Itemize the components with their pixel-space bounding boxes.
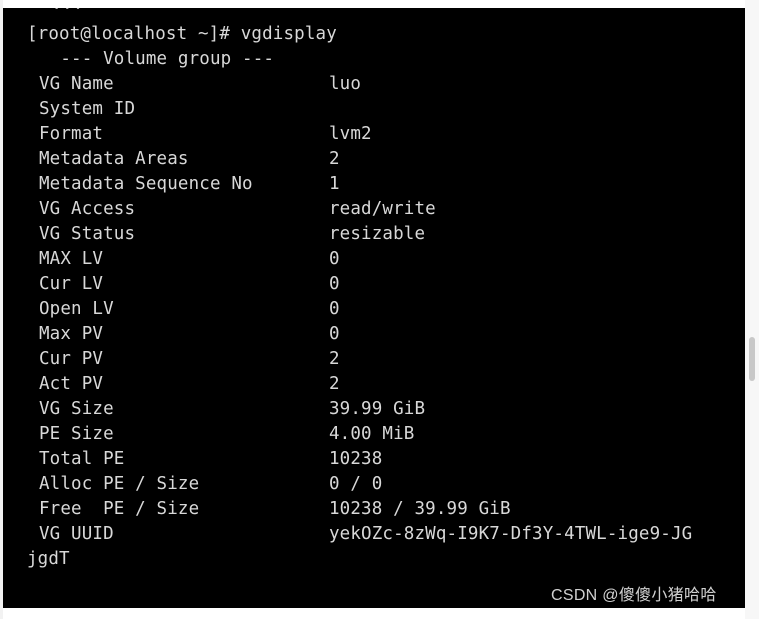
field-value: 2 bbox=[329, 349, 340, 369]
field-label: VG UUID bbox=[39, 524, 114, 544]
field-label: Alloc PE / Size bbox=[39, 474, 200, 494]
clipped-previous-line: ... bbox=[30, 8, 94, 14]
vgdisplay-row: Format lvm2 bbox=[27, 122, 745, 147]
uuid-wrap-line: jgdT bbox=[27, 549, 70, 569]
field-value: 0 bbox=[329, 274, 340, 294]
volume-group-header: --- Volume group --- bbox=[39, 49, 275, 69]
field-value: luo bbox=[329, 74, 362, 94]
field-label: VG Status bbox=[39, 224, 136, 244]
field-label: MAX LV bbox=[39, 249, 104, 269]
field-value: 0 bbox=[329, 249, 340, 269]
field-value: 0 bbox=[329, 324, 340, 344]
field-label: Cur PV bbox=[39, 349, 104, 369]
field-label: VG Size bbox=[39, 399, 114, 419]
field-value: read/write bbox=[329, 199, 436, 219]
field-label: Max PV bbox=[39, 324, 104, 344]
field-value: 1 bbox=[329, 174, 340, 194]
vgdisplay-row: Metadata Areas 2 bbox=[27, 147, 745, 172]
field-label: PE Size bbox=[39, 424, 114, 444]
vgdisplay-row: Act PV 2 bbox=[27, 372, 745, 397]
field-value: 10238 / 39.99 GiB bbox=[329, 499, 511, 519]
vgdisplay-row: Cur PV 2 bbox=[27, 347, 745, 372]
vgdisplay-row: VG Access read/write bbox=[27, 197, 745, 222]
field-label: Cur LV bbox=[39, 274, 104, 294]
field-value: 39.99 GiB bbox=[329, 399, 426, 419]
scrollbar-thumb[interactable] bbox=[749, 337, 755, 381]
field-value: yekOZc-8zWq-I9K7-Df3Y-4TWL-ige9-JG bbox=[329, 524, 693, 544]
field-value: 2 bbox=[329, 374, 340, 394]
vgdisplay-row: VG Size 39.99 GiB bbox=[27, 397, 745, 422]
field-value: 0 / 0 bbox=[329, 474, 383, 494]
field-value: resizable bbox=[329, 224, 426, 244]
vgdisplay-row: PE Size 4.00 MiB bbox=[27, 422, 745, 447]
field-label: Metadata Sequence No bbox=[39, 174, 253, 194]
field-label: Free PE / Size bbox=[39, 499, 200, 519]
field-label: Format bbox=[39, 124, 104, 144]
field-value: 2 bbox=[329, 149, 340, 169]
field-value: 10238 bbox=[329, 449, 383, 469]
field-label: Act PV bbox=[39, 374, 104, 394]
field-value: 0 bbox=[329, 299, 340, 319]
field-label: VG Access bbox=[39, 199, 136, 219]
vgdisplay-row: VG Name luo bbox=[27, 72, 745, 97]
field-label: Metadata Areas bbox=[39, 149, 189, 169]
field-value: lvm2 bbox=[329, 124, 372, 144]
vgdisplay-row-uuid: VG UUID yekOZc-8zWq-I9K7-Df3Y-4TWL-ige9-J… bbox=[27, 522, 745, 547]
field-label: Open LV bbox=[39, 299, 114, 319]
vgdisplay-row: System ID bbox=[27, 97, 745, 122]
vgdisplay-row: Total PE 10238 bbox=[27, 447, 745, 472]
document-right-edge bbox=[745, 0, 759, 619]
shell-prompt-line: [root@localhost ~]# vgdisplay bbox=[27, 24, 337, 44]
vgdisplay-row: VG Status resizable bbox=[27, 222, 745, 247]
vgdisplay-row: Cur LV 0 bbox=[27, 272, 745, 297]
screenshot-page: ... [root@localhost ~]# vgdisplay --- Vo… bbox=[0, 0, 759, 619]
vgdisplay-row: Alloc PE / Size 0 / 0 bbox=[27, 472, 745, 497]
vgdisplay-row: Open LV 0 bbox=[27, 297, 745, 322]
vgdisplay-row: Metadata Sequence No 1 bbox=[27, 172, 745, 197]
csdn-watermark: CSDN @傻傻小猪哈哈 bbox=[551, 587, 717, 604]
field-label: VG Name bbox=[39, 74, 114, 94]
vgdisplay-row: Free PE / Size 10238 / 39.99 GiB bbox=[27, 497, 745, 522]
vgdisplay-row: Max PV 0 bbox=[27, 322, 745, 347]
terminal-screen: [root@localhost ~]# vgdisplay --- Volume… bbox=[27, 22, 745, 572]
vgdisplay-row: MAX LV 0 bbox=[27, 247, 745, 272]
field-value: 4.00 MiB bbox=[329, 424, 415, 444]
terminal-window[interactable]: ... [root@localhost ~]# vgdisplay --- Vo… bbox=[3, 8, 745, 608]
field-label: System ID bbox=[39, 99, 136, 119]
field-label: Total PE bbox=[39, 449, 125, 469]
